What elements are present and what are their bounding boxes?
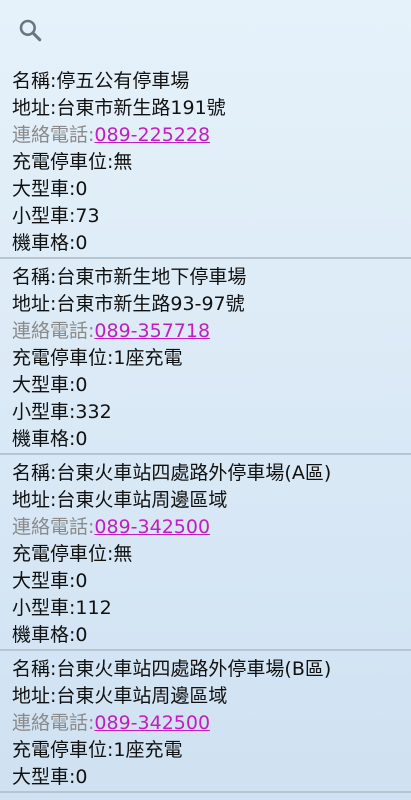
phone-row: 連絡電話:089-342500 bbox=[12, 710, 399, 737]
phone-row: 連絡電話:089-357718 bbox=[12, 318, 399, 345]
charging-label: 充電停車位: bbox=[12, 347, 114, 369]
large-vehicle-row: 大型車:0 bbox=[12, 372, 399, 399]
name-value: 台東火車站四處路外停車場(B區) bbox=[56, 658, 332, 680]
large-vehicle-label: 大型車: bbox=[12, 570, 76, 592]
address-value: 台東市新生路93-97號 bbox=[56, 293, 245, 315]
small-vehicle-value: 73 bbox=[75, 205, 100, 227]
large-vehicle-row: 大型車:0 bbox=[12, 176, 399, 203]
motorcycle-label: 機車格: bbox=[12, 232, 76, 254]
name-label: 名稱: bbox=[12, 266, 57, 288]
address-value: 台東火車站周邊區域 bbox=[56, 489, 228, 511]
address-value: 台東市新生路191號 bbox=[56, 97, 226, 119]
phone-link[interactable]: 089-225228 bbox=[94, 124, 210, 146]
large-vehicle-value: 0 bbox=[75, 570, 88, 592]
large-vehicle-label: 大型車: bbox=[12, 374, 76, 396]
name-row: 名稱:台東市新生地下停車場 bbox=[12, 264, 399, 291]
name-label: 名稱: bbox=[12, 658, 57, 680]
name-label: 名稱: bbox=[12, 70, 57, 92]
address-label: 地址: bbox=[12, 489, 57, 511]
small-vehicle-row: 小型車:332 bbox=[12, 399, 399, 426]
charging-value: 1座充電 bbox=[113, 347, 183, 369]
small-vehicle-value: 332 bbox=[75, 401, 112, 423]
motorcycle-value: 0 bbox=[75, 624, 88, 646]
large-vehicle-value: 0 bbox=[75, 178, 88, 200]
name-label: 名稱: bbox=[12, 462, 57, 484]
small-vehicle-label: 小型車: bbox=[12, 401, 76, 423]
phone-row: 連絡電話:089-225228 bbox=[12, 122, 399, 149]
charging-value: 1座充電 bbox=[113, 739, 183, 761]
phone-label: 連絡電話: bbox=[12, 712, 95, 734]
phone-label: 連絡電話: bbox=[12, 124, 95, 146]
motorcycle-row: 機車格:0 bbox=[12, 230, 399, 257]
charging-row: 充電停車位:無 bbox=[12, 541, 399, 568]
phone-label: 連絡電話: bbox=[12, 320, 95, 342]
address-label: 地址: bbox=[12, 293, 57, 315]
address-label: 地址: bbox=[12, 97, 57, 119]
charging-value: 無 bbox=[113, 151, 133, 173]
motorcycle-value: 0 bbox=[75, 428, 88, 450]
small-vehicle-label: 小型車: bbox=[12, 597, 76, 619]
large-vehicle-value: 0 bbox=[75, 766, 88, 788]
address-row: 地址:台東市新生路191號 bbox=[12, 95, 399, 122]
phone-label: 連絡電話: bbox=[12, 516, 95, 538]
list-item[interactable]: 名稱:台東火車站四處路外停車場(A區) 地址:台東火車站周邊區域 連絡電話:08… bbox=[0, 455, 411, 651]
small-vehicle-row: 小型車:112 bbox=[12, 595, 399, 622]
motorcycle-label: 機車格: bbox=[12, 428, 76, 450]
name-value: 台東火車站四處路外停車場(A區) bbox=[56, 462, 332, 484]
parking-lot-list: 名稱:停五公有停車場 地址:台東市新生路191號 連絡電話:089-225228… bbox=[0, 63, 411, 793]
address-row: 地址:台東市新生路93-97號 bbox=[12, 291, 399, 318]
name-row: 名稱:台東火車站四處路外停車場(A區) bbox=[12, 460, 399, 487]
list-item[interactable]: 名稱:台東火車站四處路外停車場(B區) 地址:台東火車站周邊區域 連絡電話:08… bbox=[0, 651, 411, 793]
charging-row: 充電停車位:1座充電 bbox=[12, 737, 399, 764]
address-label: 地址: bbox=[12, 685, 57, 707]
large-vehicle-label: 大型車: bbox=[12, 766, 76, 788]
charging-row: 充電停車位:1座充電 bbox=[12, 345, 399, 372]
motorcycle-row: 機車格:0 bbox=[12, 426, 399, 453]
phone-link[interactable]: 089-357718 bbox=[94, 320, 210, 342]
small-vehicle-value: 112 bbox=[75, 597, 112, 619]
phone-row: 連絡電話:089-342500 bbox=[12, 514, 399, 541]
address-value: 台東火車站周邊區域 bbox=[56, 685, 228, 707]
phone-link[interactable]: 089-342500 bbox=[94, 516, 210, 538]
charging-label: 充電停車位: bbox=[12, 543, 114, 565]
search-icon bbox=[19, 19, 42, 42]
large-vehicle-row: 大型車:0 bbox=[12, 764, 399, 791]
search-button[interactable] bbox=[14, 14, 46, 46]
address-row: 地址:台東火車站周邊區域 bbox=[12, 487, 399, 514]
charging-row: 充電停車位:無 bbox=[12, 149, 399, 176]
motorcycle-label: 機車格: bbox=[12, 624, 76, 646]
motorcycle-value: 0 bbox=[75, 232, 88, 254]
address-row: 地址:台東火車站周邊區域 bbox=[12, 683, 399, 710]
name-row: 名稱:停五公有停車場 bbox=[12, 68, 399, 95]
small-vehicle-label: 小型車: bbox=[12, 205, 76, 227]
top-bar bbox=[0, 0, 411, 58]
list-item[interactable]: 名稱:台東市新生地下停車場 地址:台東市新生路93-97號 連絡電話:089-3… bbox=[0, 259, 411, 455]
charging-label: 充電停車位: bbox=[12, 739, 114, 761]
charging-label: 充電停車位: bbox=[12, 151, 114, 173]
phone-link[interactable]: 089-342500 bbox=[94, 712, 210, 734]
motorcycle-row: 機車格:0 bbox=[12, 622, 399, 649]
name-row: 名稱:台東火車站四處路外停車場(B區) bbox=[12, 656, 399, 683]
list-item[interactable]: 名稱:停五公有停車場 地址:台東市新生路191號 連絡電話:089-225228… bbox=[0, 63, 411, 259]
large-vehicle-value: 0 bbox=[75, 374, 88, 396]
name-value: 停五公有停車場 bbox=[56, 70, 190, 92]
large-vehicle-label: 大型車: bbox=[12, 178, 76, 200]
name-value: 台東市新生地下停車場 bbox=[56, 266, 247, 288]
large-vehicle-row: 大型車:0 bbox=[12, 568, 399, 595]
charging-value: 無 bbox=[113, 543, 133, 565]
small-vehicle-row: 小型車:73 bbox=[12, 203, 399, 230]
